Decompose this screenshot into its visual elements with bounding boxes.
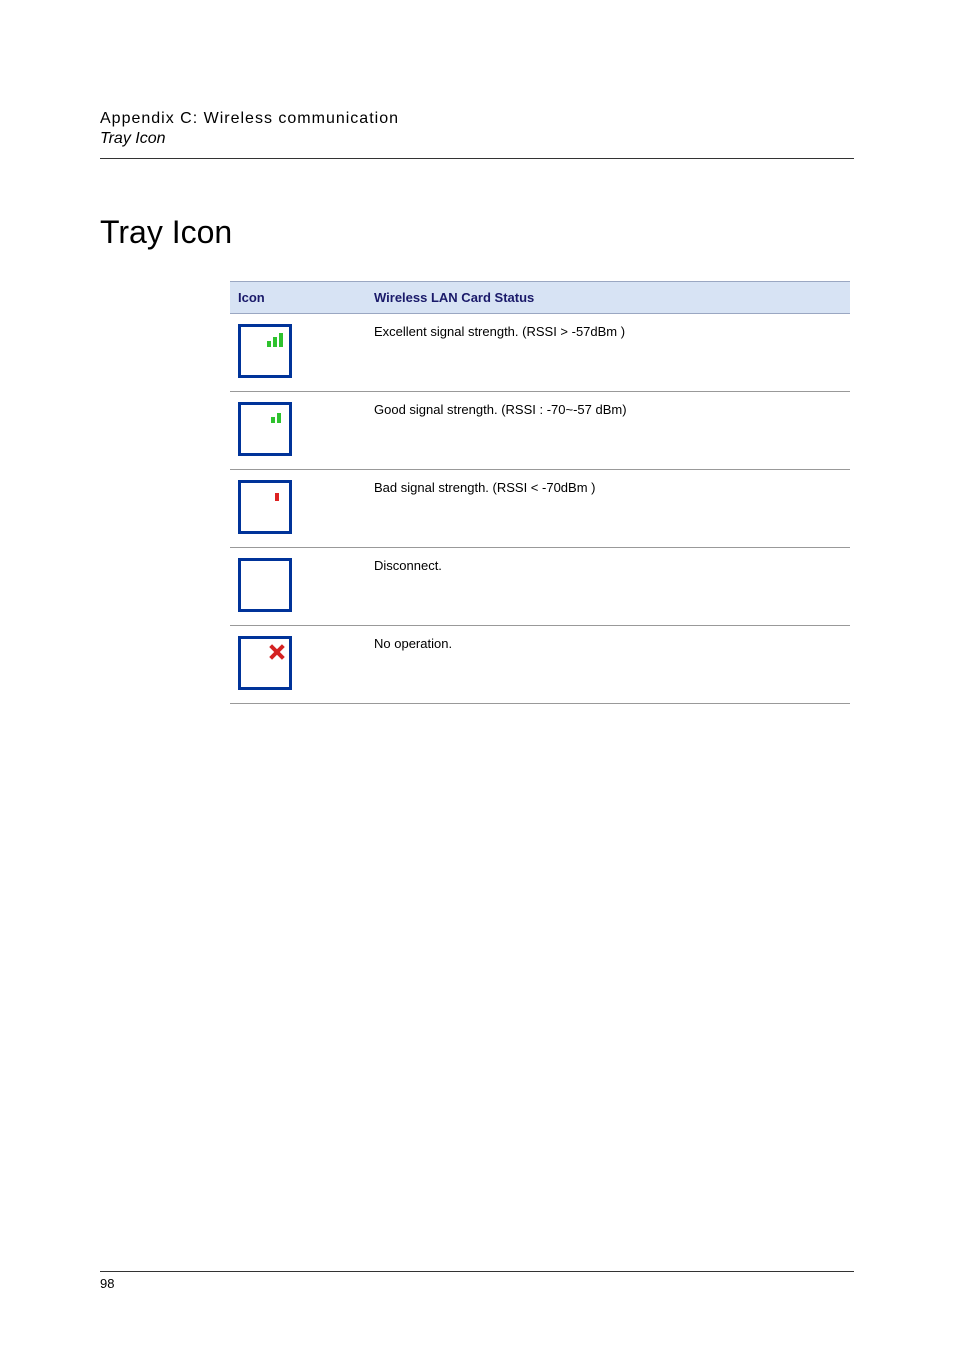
status-text: Good signal strength. (RSSI : -70~-57 dB… — [366, 392, 850, 470]
table-row: Excellent signal strength. (RSSI > -57dB… — [230, 314, 850, 392]
header-divider — [100, 158, 854, 159]
status-text: Disconnect. — [366, 548, 850, 626]
page-footer: 98 — [100, 1271, 854, 1291]
section-heading: Tray Icon — [100, 214, 854, 251]
page-number: 98 — [100, 1276, 854, 1291]
column-header-icon: Icon — [230, 282, 366, 314]
appendix-subtitle: Tray Icon — [100, 130, 854, 148]
status-text: Excellent signal strength. (RSSI > -57dB… — [366, 314, 850, 392]
signal-bad-icon — [238, 480, 292, 534]
table-row: No operation. — [230, 626, 850, 704]
column-header-status: Wireless LAN Card Status — [366, 282, 850, 314]
signal-disconnect-icon — [238, 558, 292, 612]
tray-icon-table: Icon Wireless LAN Card Status Excellent … — [230, 281, 850, 704]
table-row: Bad signal strength. (RSSI < -70dBm ) — [230, 470, 850, 548]
running-header: Appendix C: Wireless communication Tray … — [100, 110, 854, 159]
status-text: No operation. — [366, 626, 850, 704]
footer-divider — [100, 1271, 854, 1272]
signal-excellent-icon — [238, 324, 292, 378]
signal-good-icon — [238, 402, 292, 456]
signal-nooperation-icon — [238, 636, 292, 690]
status-text: Bad signal strength. (RSSI < -70dBm ) — [366, 470, 850, 548]
table-row: Good signal strength. (RSSI : -70~-57 dB… — [230, 392, 850, 470]
appendix-title: Appendix C: Wireless communication — [100, 110, 854, 128]
table-row: Disconnect. — [230, 548, 850, 626]
